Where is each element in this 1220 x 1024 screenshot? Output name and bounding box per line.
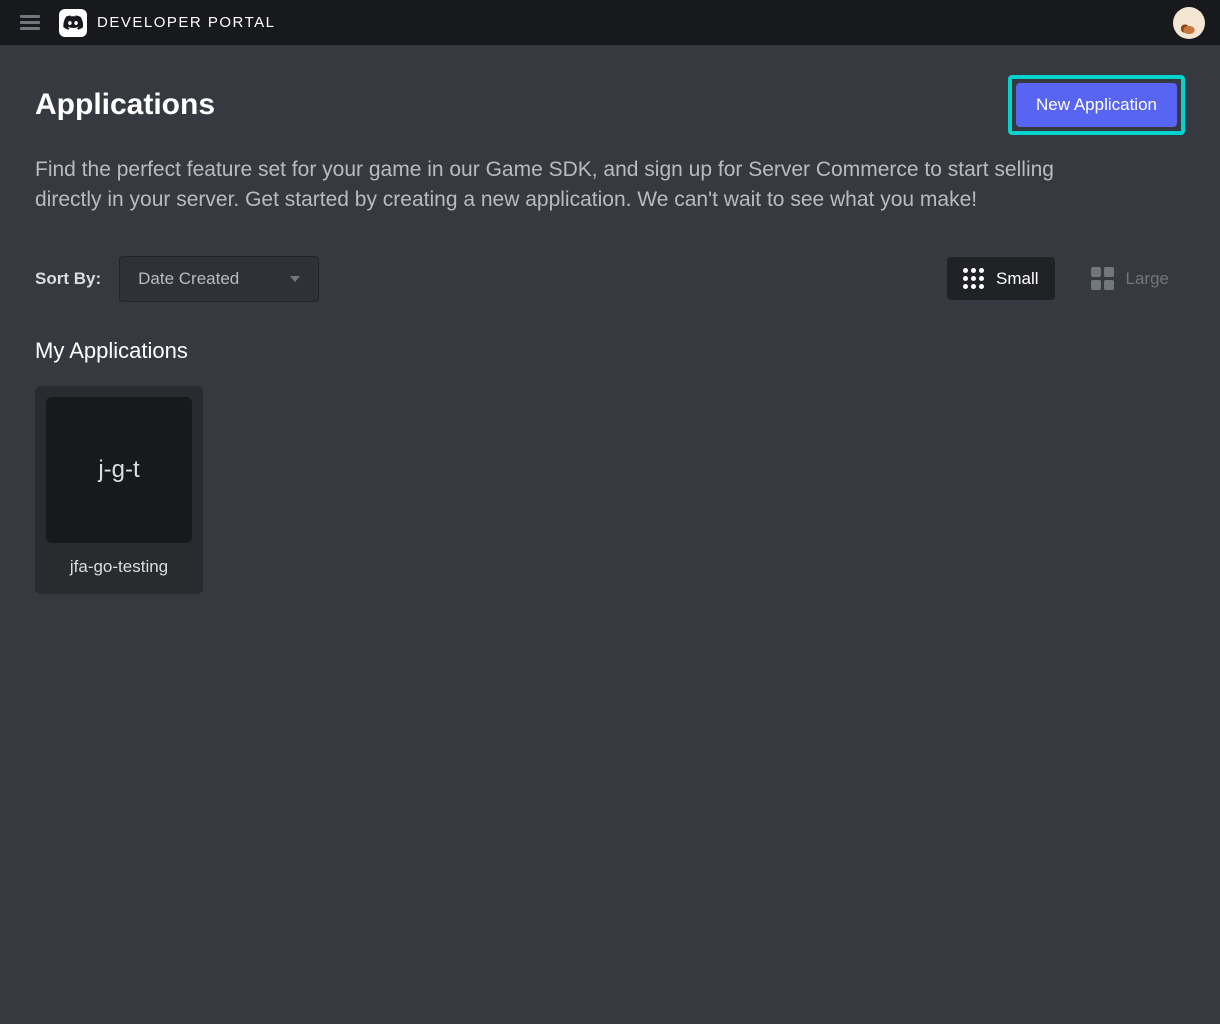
avatar[interactable] [1173,7,1205,39]
app-name: jfa-go-testing [46,557,192,583]
topbar: DEVELOPER PORTAL [0,0,1220,45]
grid-large-icon [1091,267,1114,290]
controls-row: Sort By: Date Created Small Large [35,256,1185,302]
app-thumbnail: j-g-t [46,397,192,543]
view-large-button[interactable]: Large [1075,257,1185,300]
discord-logo-icon [59,9,87,37]
sort-selected-value: Date Created [138,269,239,289]
sort-select[interactable]: Date Created [119,256,319,302]
section-title: My Applications [35,338,1185,364]
view-small-label: Small [996,269,1039,289]
new-application-highlight: New Application [1008,75,1185,135]
app-card[interactable]: j-g-t jfa-go-testing [35,386,203,594]
header-row: Applications New Application [35,75,1185,135]
app-grid: j-g-t jfa-go-testing [35,386,1185,594]
new-application-button[interactable]: New Application [1016,83,1177,127]
portal-title: DEVELOPER PORTAL [97,14,276,31]
view-small-button[interactable]: Small [947,257,1055,300]
topbar-left: DEVELOPER PORTAL [15,9,276,37]
hamburger-menu-icon[interactable] [15,10,45,35]
grid-small-icon [963,268,984,289]
logo[interactable]: DEVELOPER PORTAL [59,9,276,37]
sort-label: Sort By: [35,269,101,289]
view-large-label: Large [1126,269,1169,289]
page-title: Applications [35,88,215,122]
view-toggles: Small Large [947,257,1185,300]
chevron-down-icon [290,276,300,282]
page-description: Find the perfect feature set for your ga… [35,155,1095,216]
sort-group: Sort By: Date Created [35,256,319,302]
main-content: Applications New Application Find the pe… [0,45,1220,624]
